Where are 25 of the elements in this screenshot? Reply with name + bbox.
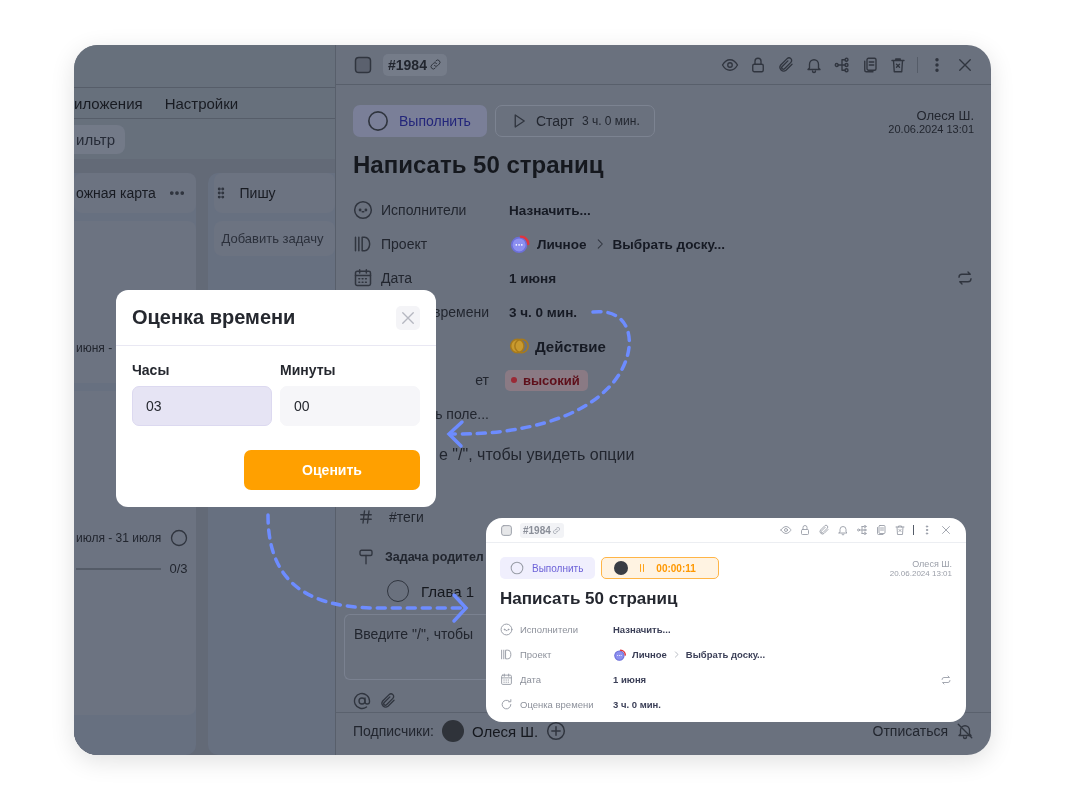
progress-count: 0/3 — [169, 561, 188, 576]
field-label: Проект — [381, 236, 428, 252]
field-label: Часы — [132, 362, 171, 378]
field-label: Минуты — [280, 362, 337, 378]
created-date: 20.06.2024 13:01 — [888, 122, 974, 135]
field-label: Оценка времени — [520, 699, 595, 710]
created-date: 20.06.2024 13:01 — [889, 568, 952, 578]
column-title: ожная карта — [75, 185, 157, 201]
field-label: Исполнители — [520, 624, 579, 635]
field-label: ет — [475, 372, 489, 388]
card-date: июля - 31 июля — [76, 531, 162, 545]
dialog-title: Оценка времени — [132, 306, 296, 329]
field-label: Дата — [381, 270, 412, 286]
task-title: Написать 50 страниц — [500, 589, 679, 609]
card-date: июня - — [76, 341, 114, 355]
field-label: Исполнители — [381, 202, 467, 218]
parent-task-label: Задача родител — [385, 550, 484, 564]
field-label: Проект — [520, 649, 553, 660]
author-name: Олеся Ш. — [916, 107, 974, 123]
author-name: Олеся Ш. — [912, 558, 952, 569]
column-title: Пишу — [238, 185, 277, 201]
subscribers-label: Подписчики: — [353, 723, 434, 739]
subscriber-name: Олеся Ш. — [471, 722, 539, 740]
task-title: Написать 50 страниц — [353, 151, 605, 179]
field-label: Дата — [520, 674, 543, 685]
